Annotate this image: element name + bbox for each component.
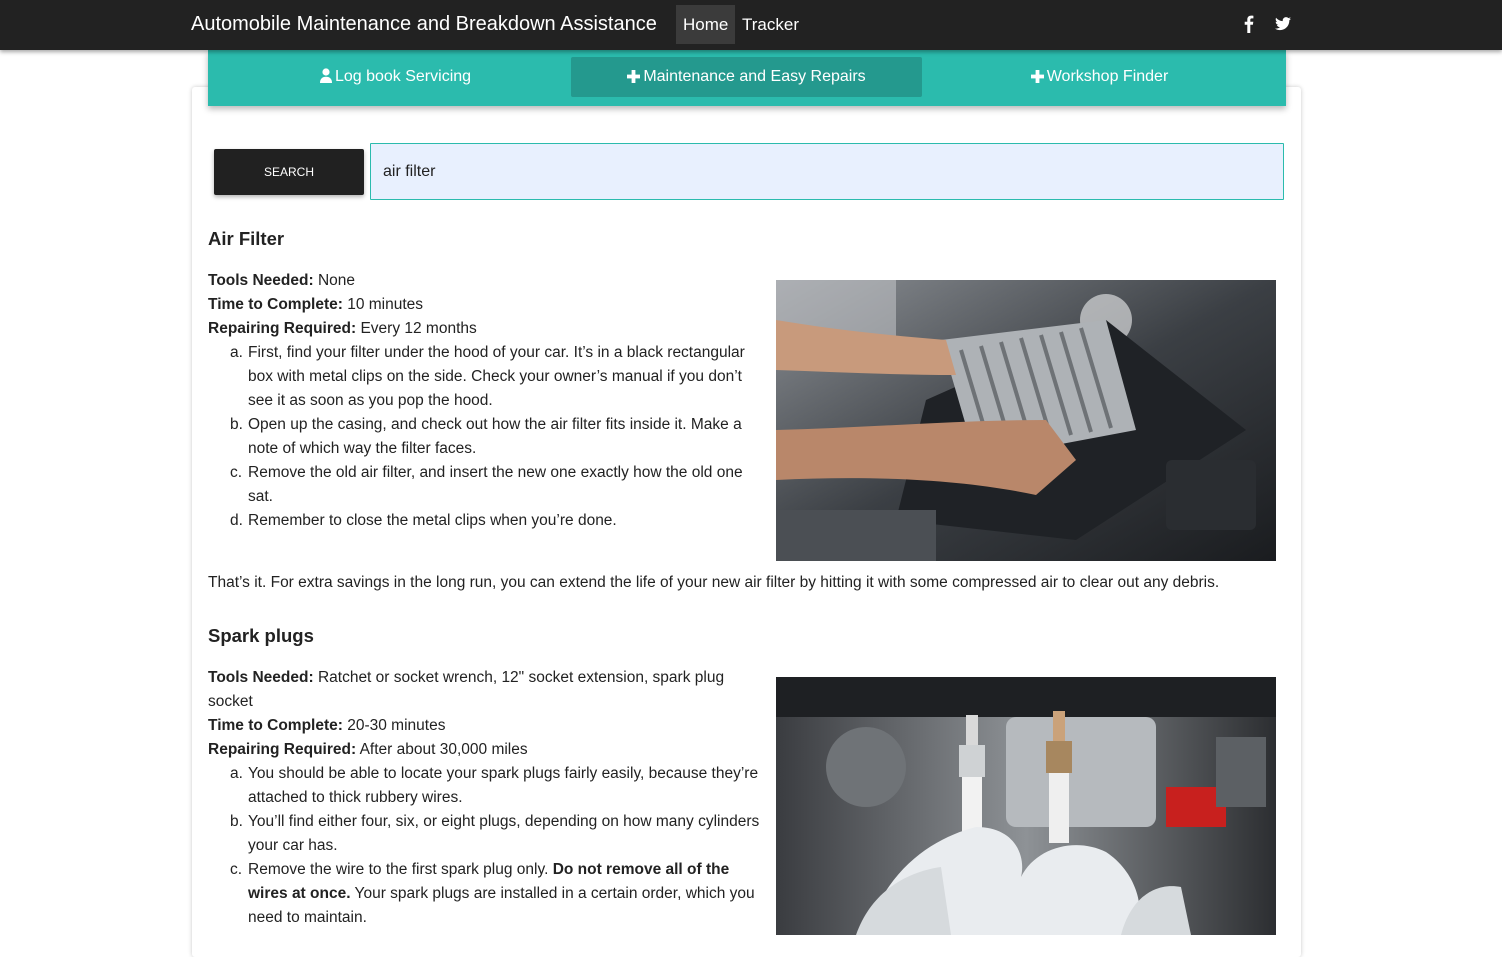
plus-icon: [627, 70, 641, 83]
time-to-complete-field: Time to Complete: 20-30 minutes: [208, 717, 446, 734]
tab-log-book-servicing[interactable]: Log book Servicing: [223, 57, 568, 97]
list-item: a. First, find your filter under the hood…: [230, 344, 745, 409]
site-title[interactable]: Automobile Maintenance and Breakdown Ass…: [191, 13, 657, 36]
list-item: b. Open up the casing, and check out how …: [230, 416, 742, 457]
tab-label: Log book Servicing: [334, 68, 472, 85]
nav-tracker-link[interactable]: Tracker: [735, 5, 806, 44]
list-item: d. Remember to close the metal clips when…: [230, 512, 617, 529]
section-title-spark-plugs: Spark plugs: [208, 625, 314, 646]
list-item: a. You should be able to locate your spar…: [230, 765, 759, 806]
tab-label: Maintenance and Easy Repairs: [643, 68, 866, 85]
nav-home-link[interactable]: Home: [676, 5, 736, 44]
search-button[interactable]: SEARCH: [214, 149, 364, 195]
service-tab-bar: Log book Servicing Maintenance and Easy …: [208, 50, 1286, 106]
tab-workshop-finder[interactable]: Workshop Finder: [926, 57, 1273, 97]
repairing-required-field: Repairing Required: After about 30,000 m…: [208, 741, 528, 758]
air-filter-footer-text: That’s it. For extra savings in the long…: [208, 574, 1220, 591]
air-filter-steps: a. First, find your filter under the hood…: [208, 341, 768, 533]
tools-needed-field: Tools Needed: None: [208, 272, 356, 289]
twitter-icon[interactable]: [1274, 14, 1292, 34]
tab-maintenance-and-easy-repairs[interactable]: Maintenance and Easy Repairs: [571, 57, 922, 97]
section-title-air-filter: Air Filter: [208, 228, 285, 249]
tools-needed-field: Tools Needed: Ratchet or socket wrench, …: [208, 669, 725, 710]
air-filter-photo: [776, 280, 1276, 561]
tab-label: Workshop Finder: [1046, 68, 1169, 85]
user-icon: [319, 68, 332, 83]
plus-icon: [1030, 70, 1044, 83]
spark-plugs-details: Tools Needed: Ratchet or socket wrench, …: [208, 666, 768, 930]
repairing-required-field: Repairing Required: Every 12 months: [208, 320, 477, 337]
top-navbar: Automobile Maintenance and Breakdown Ass…: [0, 0, 1502, 50]
list-item: c. Remove the wire to the first spark plu…: [230, 861, 755, 926]
spark-plugs-steps: a. You should be able to locate your spar…: [208, 762, 768, 930]
air-filter-details: Tools Needed: None Time to Complete: 10 …: [208, 269, 768, 533]
list-item: b. You’ll find either four, six, or eight…: [230, 813, 760, 854]
time-to-complete-field: Time to Complete: 10 minutes: [208, 296, 424, 313]
list-item: c. Remove the old air filter, and insert …: [230, 464, 743, 505]
spark-plugs-photo: [776, 677, 1276, 935]
facebook-icon[interactable]: [1240, 14, 1258, 34]
search-input[interactable]: [370, 143, 1284, 200]
